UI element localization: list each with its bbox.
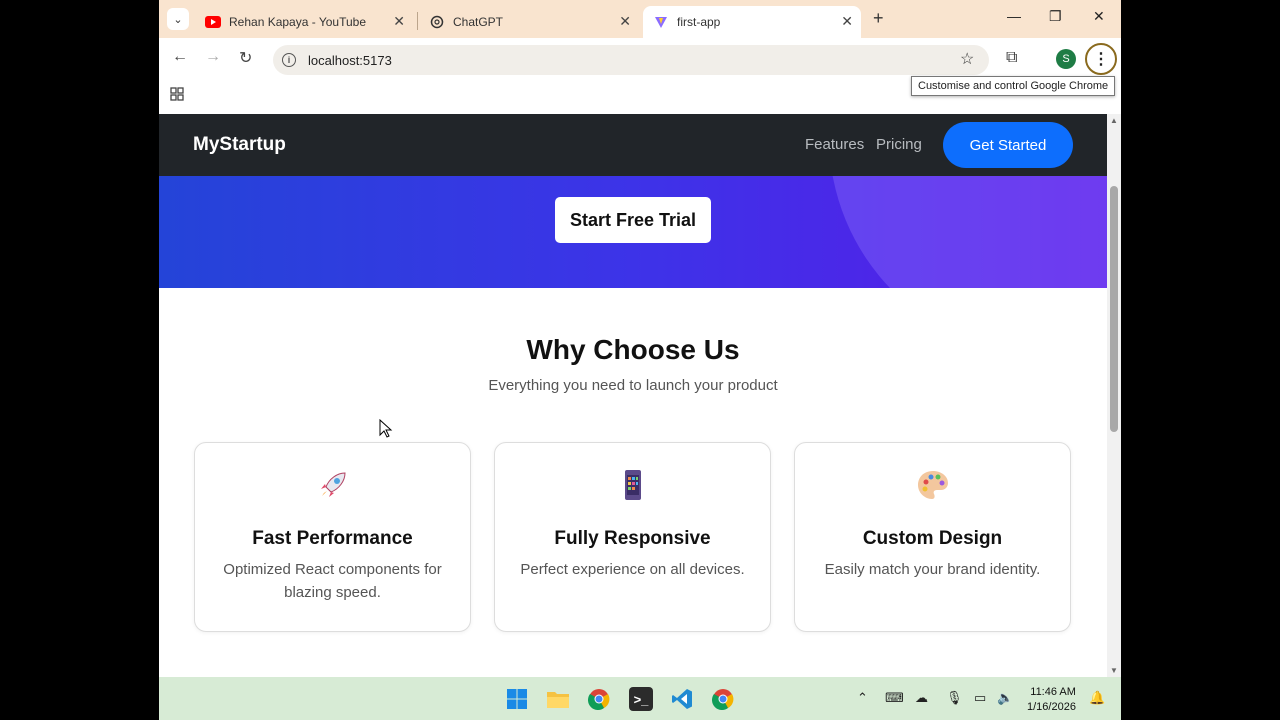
site-navbar: MyStartup Features Pricing Get Started [159,114,1107,176]
section-title: Why Choose Us [526,334,740,365]
nav-link-pricing[interactable]: Pricing [876,136,922,153]
tab-title: Rehan Kapaya - YouTube [229,15,366,29]
network-icon[interactable]: ▭ [974,690,986,706]
tab-title: ChatGPT [453,15,504,29]
tab-search-button[interactable]: ⌄ [167,8,189,30]
brand-logo[interactable]: MyStartup [193,134,286,156]
scroll-up-icon[interactable]: ▲ [1110,116,1118,125]
reload-icon[interactable]: ↻ [239,48,252,68]
url-text: localhost:5173 [308,52,392,68]
clock-date: 1/16/2026 [1027,701,1076,713]
tab-title: first-app [677,15,721,29]
close-icon[interactable]: ✕ [393,13,405,30]
feature-card: Custom Design Easily match your brand id… [794,442,1071,632]
get-started-button[interactable]: Get Started [943,122,1073,168]
tab-first-app[interactable]: first-app ✕ [643,6,861,38]
address-bar[interactable]: i localhost:5173 [273,45,989,75]
browser-toolbar: ← → ↻ i localhost:5173 ☆ ⧉ S ⋮ [159,38,1121,80]
tab-youtube[interactable]: Rehan Kapaya - YouTube ✕ [195,6,413,38]
browser-window: ⌄ Rehan Kapaya - YouTube ✕ ChatGPT ✕ fir… [159,0,1121,720]
chatgpt-icon [429,14,445,30]
file-explorer-icon[interactable] [546,687,570,711]
terminal-icon[interactable]: >_ [629,687,653,711]
mobile-icon [495,467,770,511]
card-description: Easily match your brand identity. [824,561,1041,578]
language-icon[interactable]: ⌨ [885,690,904,706]
profile-avatar[interactable]: S [1056,49,1076,69]
hero-decoration [829,176,1107,288]
scroll-down-icon[interactable]: ▼ [1110,666,1118,675]
close-icon[interactable]: ✕ [841,13,853,30]
palette-icon [795,467,1070,511]
restore-icon[interactable]: ❐ [1049,8,1062,25]
section-subtitle: Everything you need to launch your produ… [488,377,778,394]
onedrive-icon[interactable]: ☁ [915,690,928,706]
speaker-icon[interactable]: 🔈 [997,690,1013,706]
tab-divider [417,12,418,30]
system-clock[interactable]: 11:46 AM 1/16/2026 [1027,685,1076,715]
site-info-icon[interactable]: i [282,53,296,67]
close-icon[interactable]: ✕ [619,13,631,30]
microphone-icon[interactable]: 🎙 [946,690,963,706]
chrome-menu-icon[interactable]: ⋮ [1085,43,1117,75]
forward-icon[interactable]: → [205,48,221,66]
hero-section: Start Free Trial [159,176,1107,288]
feature-card: Fast Performance Optimized React compone… [194,442,471,632]
vscode-icon[interactable] [670,687,694,711]
card-title: Fast Performance [252,528,413,549]
extensions-icon[interactable]: ⧉ [1006,49,1017,67]
page-scrollbar[interactable]: ▲ ▼ [1107,114,1121,677]
scroll-thumb[interactable] [1110,186,1118,432]
card-title: Custom Design [862,528,1003,549]
window-close-icon[interactable]: ✕ [1093,8,1105,25]
clock-time: 11:46 AM [1030,686,1076,698]
card-description: Perfect experience on all devices. [520,561,745,578]
back-icon[interactable]: ← [172,48,188,66]
nav-link-features[interactable]: Features [805,136,864,153]
chrome-profile-taskbar-icon[interactable] [711,687,735,711]
card-description: Optimized React components for blazing s… [223,561,442,601]
chevron-up-icon[interactable]: ⌃ [857,690,868,706]
tab-chatgpt[interactable]: ChatGPT ✕ [419,6,639,38]
windows-taskbar: >_ ⌃ ⌨ ☁ 🎙 ▭ 🔈 11:46 AM 1/16/2026 🔔 [159,677,1121,720]
rocket-icon [195,467,470,511]
chrome-taskbar-icon[interactable] [587,687,611,711]
mouse-cursor-icon [379,419,393,438]
tab-strip: ⌄ Rehan Kapaya - YouTube ✕ ChatGPT ✕ fir… [159,0,1121,38]
new-tab-icon[interactable]: + [873,8,884,29]
start-free-trial-button[interactable]: Start Free Trial [555,197,711,243]
card-title: Fully Responsive [554,528,711,549]
bookmark-star-icon[interactable]: ☆ [960,49,974,69]
feature-card: Fully Responsive Perfect experience on a… [494,442,771,632]
youtube-icon [205,14,221,30]
notification-icon[interactable]: 🔔 [1089,690,1105,706]
menu-tooltip: Customise and control Google Chrome [911,76,1116,96]
apps-grid-icon[interactable] [170,87,184,105]
page-viewport: MyStartup Features Pricing Get Started S… [159,114,1107,677]
vite-icon [653,14,669,30]
minimize-icon[interactable]: — [1007,8,1021,24]
windows-start-icon[interactable] [505,687,529,711]
